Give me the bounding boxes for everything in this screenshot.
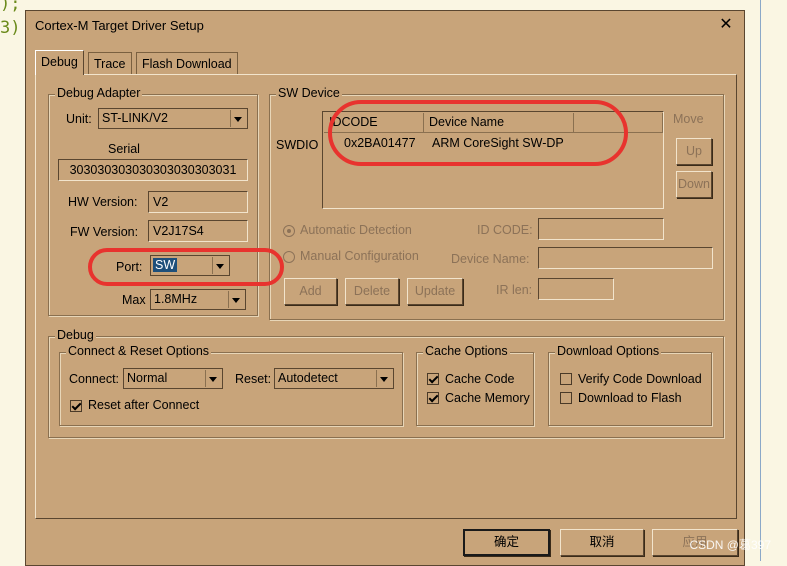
- update-button[interactable]: Update: [407, 278, 463, 305]
- chevron-down-icon: [205, 370, 221, 387]
- automatic-detection-radio[interactable]: [283, 225, 295, 237]
- serial-field: 303030303030303030303031: [58, 159, 248, 181]
- reset-select-value: Autodetect: [278, 371, 338, 385]
- debug-adapter-legend: Debug Adapter: [55, 86, 143, 100]
- ir-len-field[interactable]: [538, 278, 614, 300]
- device-row-idcode[interactable]: 0x2BA01477: [344, 136, 416, 150]
- automatic-detection-label: Automatic Detection: [300, 223, 412, 237]
- id-code-field[interactable]: [538, 218, 664, 240]
- tab-debug[interactable]: Debug: [35, 50, 84, 75]
- swdio-label: SWDIO: [276, 138, 319, 152]
- reset-select[interactable]: Autodetect: [274, 368, 394, 389]
- cache-code-label: Cache Code: [445, 372, 515, 386]
- column-header-extra: [574, 113, 663, 133]
- down-button[interactable]: Down: [676, 171, 712, 198]
- column-header-idcode[interactable]: IDCODE: [324, 113, 424, 133]
- cache-code-checkbox[interactable]: [427, 373, 439, 385]
- max-clock-label: Max: [122, 293, 146, 307]
- chevron-down-icon: [230, 110, 246, 127]
- max-clock-value: 1.8MHz: [154, 292, 198, 306]
- editor-margin-line: [760, 0, 761, 561]
- device-row-name[interactable]: ARM CoreSight SW-DP: [432, 136, 564, 150]
- download-options-group: Download Options: [548, 344, 712, 426]
- verify-code-download-checkbox[interactable]: [560, 373, 572, 385]
- reset-after-connect-checkbox[interactable]: [70, 400, 82, 412]
- download-to-flash-checkbox[interactable]: [560, 392, 572, 404]
- close-icon[interactable]: ✕: [716, 15, 736, 35]
- window-title: Cortex-M Target Driver Setup: [35, 18, 204, 33]
- title-bar: Cortex-M Target Driver Setup ✕: [26, 11, 744, 41]
- cache-memory-label: Cache Memory: [445, 391, 530, 405]
- ok-button[interactable]: 确定: [463, 529, 550, 556]
- tab-trace[interactable]: Trace: [88, 52, 132, 74]
- column-header-device-name[interactable]: Device Name: [424, 113, 574, 133]
- port-label: Port:: [116, 260, 143, 274]
- connect-label: Connect:: [69, 372, 120, 386]
- port-select[interactable]: SW: [150, 255, 230, 276]
- connect-reset-group: Connect & Reset Options: [59, 344, 403, 426]
- unit-select-value: ST-LINK/V2: [102, 111, 168, 125]
- fw-version-field: V2J17S4: [148, 220, 248, 242]
- cache-options-legend: Cache Options: [423, 344, 510, 358]
- cache-options-group: Cache Options: [416, 344, 534, 426]
- cancel-button[interactable]: 取消: [560, 529, 644, 556]
- reset-label: Reset:: [235, 372, 272, 386]
- tab-flash-download[interactable]: Flash Download: [136, 52, 238, 74]
- port-select-value: SW: [153, 258, 178, 272]
- reset-after-connect-label: Reset after Connect: [88, 398, 200, 412]
- target-driver-setup-dialog: Cortex-M Target Driver Setup ✕ Debug Tra…: [25, 10, 745, 566]
- code-line-2: 3): [0, 18, 21, 38]
- max-clock-select[interactable]: 1.8MHz: [150, 289, 246, 310]
- chevron-down-icon: [228, 291, 244, 308]
- add-button[interactable]: Add: [284, 278, 337, 305]
- code-line-1: );: [0, 0, 21, 14]
- unit-select[interactable]: ST-LINK/V2: [98, 108, 248, 129]
- id-code-label: ID CODE:: [477, 223, 533, 237]
- move-label: Move: [673, 112, 704, 126]
- device-name-label: Device Name:: [451, 252, 530, 266]
- serial-label: Serial: [108, 142, 140, 156]
- hw-version-field: V2: [148, 191, 248, 213]
- chevron-down-icon: [212, 257, 228, 274]
- sw-device-list[interactable]: IDCODE Device Name 0x2BA01477 ARM CoreSi…: [322, 111, 664, 209]
- connect-reset-legend: Connect & Reset Options: [66, 344, 212, 358]
- csdn-watermark: CSDN @葛397: [689, 538, 771, 552]
- manual-configuration-radio[interactable]: [283, 251, 295, 263]
- ir-len-label: IR len:: [496, 283, 533, 297]
- hw-version-label: HW Version:: [68, 195, 138, 209]
- connect-select[interactable]: Normal: [123, 368, 223, 389]
- cache-memory-checkbox[interactable]: [427, 392, 439, 404]
- chevron-down-icon: [376, 370, 392, 387]
- fw-version-label: FW Version:: [70, 225, 139, 239]
- download-to-flash-label: Download to Flash: [578, 391, 682, 405]
- sw-device-legend: SW Device: [276, 86, 342, 100]
- verify-code-download-label: Verify Code Download: [578, 372, 702, 386]
- device-name-field[interactable]: [538, 247, 713, 269]
- connect-select-value: Normal: [127, 371, 168, 385]
- download-options-legend: Download Options: [555, 344, 662, 358]
- up-button[interactable]: Up: [676, 138, 712, 165]
- debug-legend: Debug: [55, 328, 96, 342]
- delete-button[interactable]: Delete: [345, 278, 399, 305]
- unit-label: Unit:: [66, 112, 92, 126]
- manual-configuration-label: Manual Configuration: [300, 249, 419, 263]
